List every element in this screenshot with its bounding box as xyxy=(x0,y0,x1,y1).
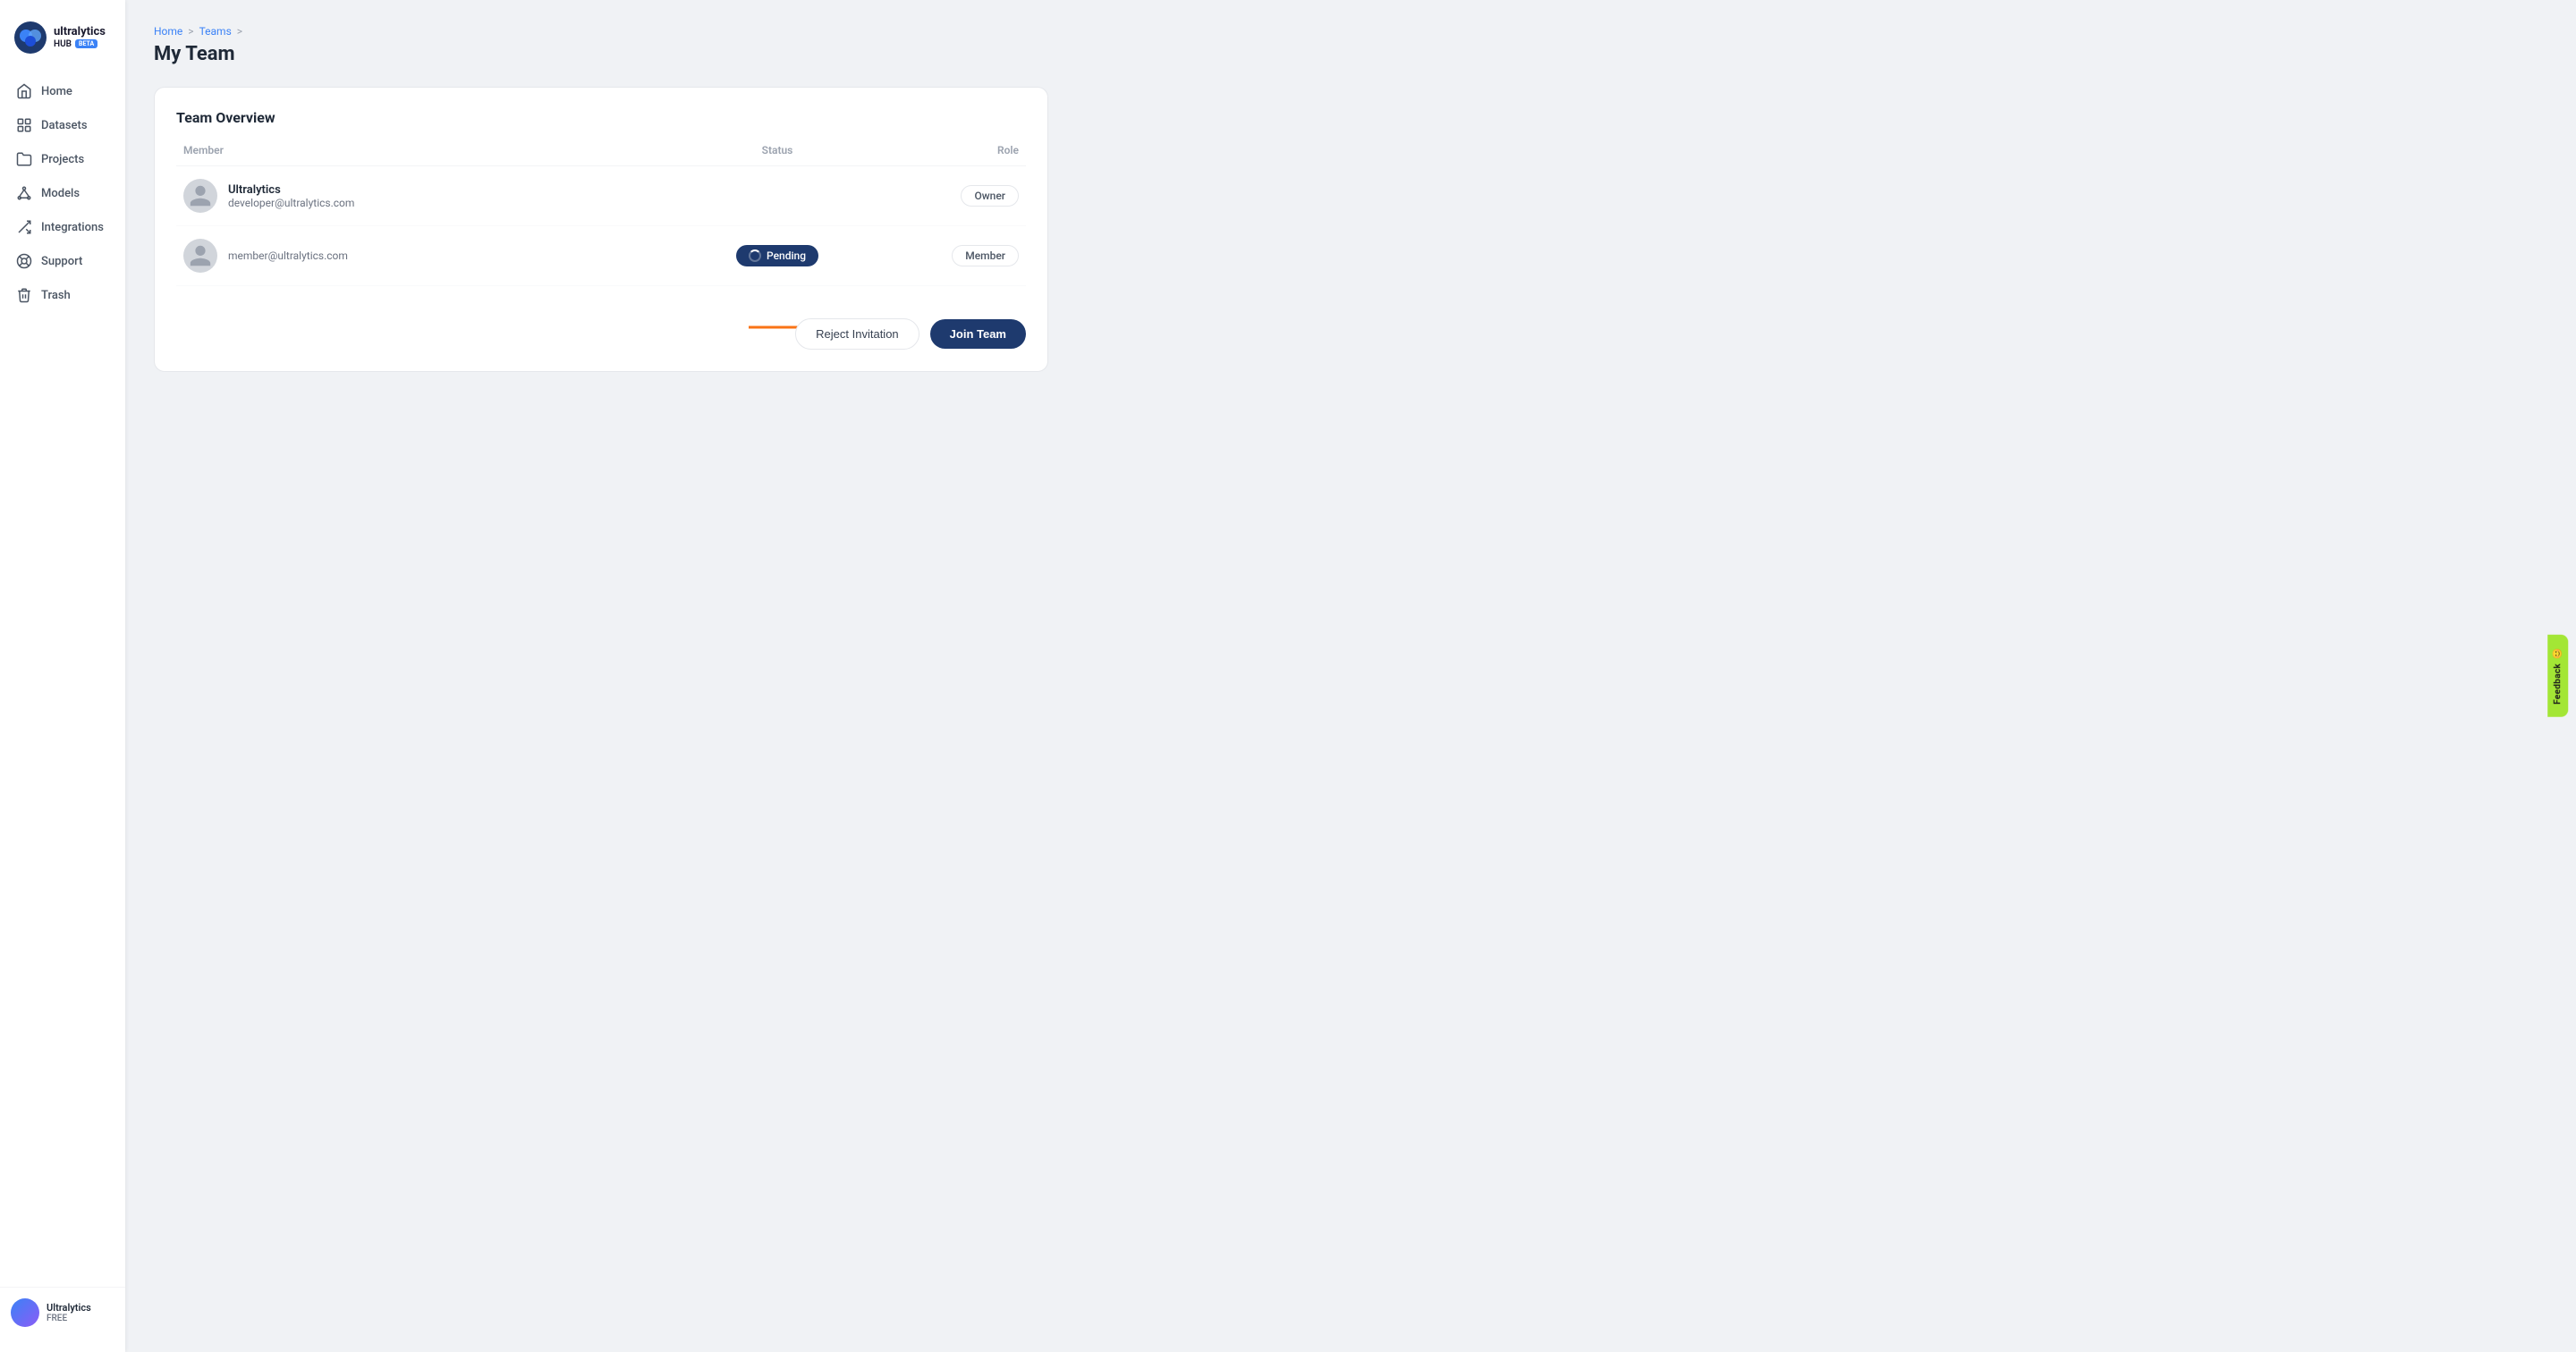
pending-spinner xyxy=(749,249,761,262)
member-details-2: member@ultralytics.com xyxy=(228,249,348,262)
avatar xyxy=(11,1298,39,1327)
status-cell-2: Pending xyxy=(697,245,858,266)
sidebar-item-trash[interactable]: Trash xyxy=(7,279,118,311)
breadcrumb-sep-2: > xyxy=(237,25,242,38)
logo-hub: HUB BETA xyxy=(54,39,106,49)
role-badge-owner: Owner xyxy=(961,185,1019,207)
member-avatar-2 xyxy=(183,239,217,273)
role-cell-2: Member xyxy=(858,245,1019,266)
integrations-icon xyxy=(16,219,32,235)
breadcrumb-home[interactable]: Home xyxy=(154,25,182,38)
role-badge-member: Member xyxy=(952,245,1019,266)
models-icon xyxy=(16,185,32,201)
sidebar-item-datasets-label: Datasets xyxy=(41,119,88,132)
datasets-icon xyxy=(16,117,32,133)
user-details: Ultralytics FREE xyxy=(47,1302,91,1323)
beta-badge: BETA xyxy=(75,39,97,48)
table-row: Ultralytics developer@ultralytics.com Ow… xyxy=(176,166,1026,226)
sidebar-item-home[interactable]: Home xyxy=(7,75,118,107)
sidebar-item-home-label: Home xyxy=(41,85,72,98)
breadcrumb-sep-1: > xyxy=(188,25,193,38)
breadcrumb-teams[interactable]: Teams xyxy=(199,25,232,38)
member-cell-2: member@ultralytics.com xyxy=(183,239,697,273)
join-team-button[interactable]: Join Team xyxy=(930,319,1026,349)
sidebar: ultralytics HUB BETA Home Datasets xyxy=(0,0,125,1352)
page-title: My Team xyxy=(154,43,2547,65)
feedback-button[interactable]: Feedback 😊 xyxy=(2548,635,2569,717)
member-email-1: developer@ultralytics.com xyxy=(228,197,354,209)
member-avatar-1 xyxy=(183,179,217,213)
sidebar-item-integrations[interactable]: Integrations xyxy=(7,211,118,243)
main-content: Home > Teams > My Team Team Overview Mem… xyxy=(125,0,2576,1352)
avatar-icon-1 xyxy=(188,183,213,208)
reject-invitation-button[interactable]: Reject Invitation xyxy=(795,318,919,350)
header-status: Status xyxy=(697,144,858,156)
projects-icon xyxy=(16,151,32,167)
card-title: Team Overview xyxy=(176,109,1026,126)
sidebar-item-support-label: Support xyxy=(41,255,82,268)
ultralytics-logo-icon xyxy=(14,21,47,54)
action-row: Reject Invitation Join Team xyxy=(176,304,1026,350)
sidebar-item-integrations-label: Integrations xyxy=(41,221,104,234)
support-icon xyxy=(16,253,32,269)
sidebar-item-projects-label: Projects xyxy=(41,153,84,166)
sidebar-item-trash-label: Trash xyxy=(41,289,71,302)
member-cell-1: Ultralytics developer@ultralytics.com xyxy=(183,179,697,213)
user-info: Ultralytics FREE xyxy=(11,1298,114,1327)
sidebar-footer: Ultralytics FREE xyxy=(0,1287,125,1338)
sidebar-item-support[interactable]: Support xyxy=(7,245,118,277)
pending-badge: Pending xyxy=(736,245,818,266)
table-row: member@ultralytics.com Pending Member xyxy=(176,226,1026,286)
user-plan: FREE xyxy=(47,1314,91,1323)
team-table: Member Status Role Ultralytics developer… xyxy=(176,144,1026,286)
feedback-emoji: 😊 xyxy=(2554,647,2563,659)
header-role: Role xyxy=(858,144,1019,156)
breadcrumb: Home > Teams > xyxy=(154,25,2547,38)
member-name-1: Ultralytics xyxy=(228,183,354,197)
sidebar-item-projects[interactable]: Projects xyxy=(7,143,118,175)
user-name: Ultralytics xyxy=(47,1302,91,1314)
logo: ultralytics HUB BETA xyxy=(0,14,125,75)
member-details-1: Ultralytics developer@ultralytics.com xyxy=(228,183,354,209)
avatar-icon-2 xyxy=(188,243,213,268)
logo-text: ultralytics HUB BETA xyxy=(54,26,106,48)
table-header: Member Status Role xyxy=(176,144,1026,166)
sidebar-item-datasets[interactable]: Datasets xyxy=(7,109,118,141)
pending-label: Pending xyxy=(767,249,806,262)
feedback-label: Feedback xyxy=(2554,663,2563,705)
logo-name: ultralytics xyxy=(54,26,106,38)
header-member: Member xyxy=(183,144,697,156)
home-icon xyxy=(16,83,32,99)
sidebar-item-models[interactable]: Models xyxy=(7,177,118,209)
trash-icon xyxy=(16,287,32,303)
sidebar-item-models-label: Models xyxy=(41,187,80,200)
member-email-2: member@ultralytics.com xyxy=(228,249,348,262)
sidebar-nav: Home Datasets Projects xyxy=(0,75,125,1280)
role-cell-1: Owner xyxy=(858,185,1019,207)
team-overview-card: Team Overview Member Status Role Ultral xyxy=(154,87,1048,372)
